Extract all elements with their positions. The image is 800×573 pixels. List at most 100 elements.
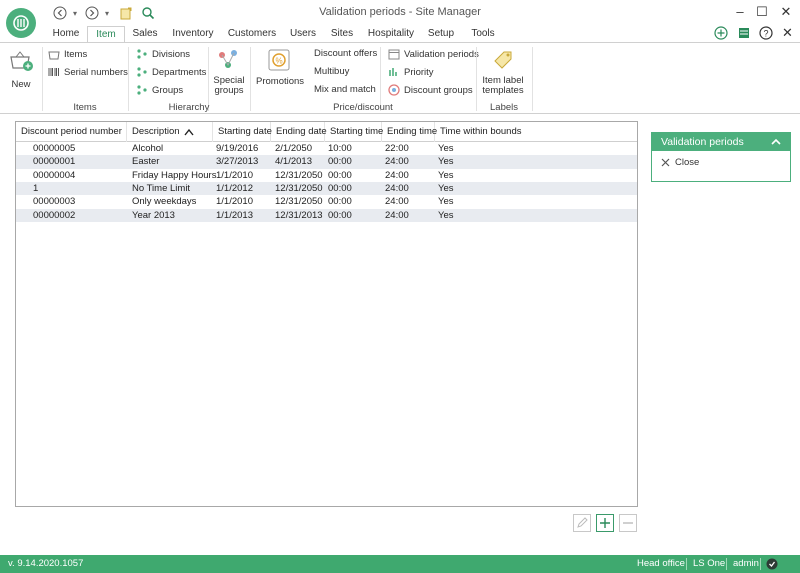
- close-link[interactable]: Close: [661, 157, 699, 168]
- table-cell: 00:00: [328, 156, 352, 168]
- table-cell: Yes: [438, 182, 454, 194]
- close-label: Close: [675, 157, 700, 168]
- database-icon[interactable]: [737, 26, 751, 42]
- priority-label: Priority: [404, 66, 434, 78]
- connected-icon: [766, 558, 778, 573]
- side-panel-header[interactable]: Validation periods: [652, 133, 790, 151]
- side-panel-title: Validation periods: [661, 136, 744, 148]
- column-header[interactable]: Discount period number: [16, 122, 127, 142]
- table-row[interactable]: 1 No Time Limit 1/1/2012 12/31/2050 00:00 24:…: [16, 181, 637, 196]
- hierarchy-icon: [137, 85, 147, 95]
- table-row[interactable]: 00000004 Friday Happy Hours 1/1/2010 12/31/…: [16, 169, 637, 182]
- tab-sites[interactable]: Sites: [327, 26, 357, 42]
- table-cell: Friday Happy Hours: [132, 169, 217, 181]
- item-label-templates-button[interactable]: Item label templates: [480, 47, 526, 96]
- plus-circle-icon[interactable]: [714, 26, 728, 42]
- departments-button[interactable]: Departments: [136, 66, 206, 78]
- table-cell: 00:00: [328, 182, 352, 194]
- user-text: admin: [733, 558, 759, 569]
- table-cell: Yes: [438, 169, 454, 181]
- hierarchy-icon: [137, 67, 147, 77]
- mix-and-match-button[interactable]: Mix and match: [314, 84, 376, 95]
- priority-button[interactable]: Priority: [388, 66, 434, 78]
- table-cell: 00000003: [33, 196, 76, 208]
- multibuy-button[interactable]: Multibuy: [314, 66, 349, 77]
- divisions-label: Divisions: [152, 48, 191, 60]
- tab-setup[interactable]: Setup: [424, 26, 458, 42]
- departments-label: Departments: [152, 66, 207, 78]
- serial-numbers-button[interactable]: Serial numbers: [48, 66, 128, 78]
- table-row[interactable]: 00000002 Year 2013 1/1/2013 12/31/2013 00:00…: [16, 208, 637, 222]
- tab-home[interactable]: Home: [49, 26, 83, 42]
- tab-tools[interactable]: Tools: [466, 26, 500, 42]
- column-header-description[interactable]: Description: [127, 122, 213, 142]
- table-cell: Yes: [438, 156, 454, 168]
- discount-groups-button[interactable]: Discount groups: [388, 84, 473, 96]
- divisions-button[interactable]: Divisions: [136, 48, 190, 60]
- table-cell: 1/1/2010: [216, 169, 253, 181]
- groups-button[interactable]: Groups: [136, 84, 183, 96]
- table-cell: 2/1/2050: [275, 143, 312, 154]
- chevron-up-icon[interactable]: [770, 133, 782, 157]
- help-icon[interactable]: ?: [759, 26, 773, 42]
- promotions-icon: %: [268, 49, 290, 71]
- discount-groups-icon: [388, 84, 400, 96]
- table-cell: Yes: [438, 209, 454, 221]
- tab-sales[interactable]: Sales: [129, 26, 161, 42]
- special-groups-button[interactable]: Special groups: [212, 47, 246, 96]
- table-cell: 10:00: [328, 143, 352, 154]
- tab-users[interactable]: Users: [286, 26, 320, 42]
- column-header-label: Description: [132, 126, 180, 137]
- serial-numbers-label: Serial numbers: [64, 66, 128, 78]
- table-cell: Yes: [438, 143, 454, 154]
- discount-offers-button[interactable]: Discount offers: [314, 48, 377, 59]
- table-cell: 00000004: [33, 169, 76, 181]
- column-header[interactable]: Ending time: [382, 122, 437, 142]
- tab-item[interactable]: Item: [87, 26, 125, 43]
- tab-inventory[interactable]: Inventory: [168, 26, 218, 42]
- edit-button[interactable]: [573, 514, 591, 532]
- table-cell: 24:00: [385, 182, 409, 194]
- tab-hospitality[interactable]: Hospitality: [365, 26, 417, 42]
- add-button[interactable]: [596, 514, 614, 532]
- promotions-button[interactable]: % Promotions: [256, 47, 305, 87]
- maximize-button[interactable]: ☐: [752, 3, 772, 21]
- side-panel: Validation periods Close: [651, 132, 791, 182]
- table-cell: 00:00: [328, 196, 352, 208]
- table-row[interactable]: 00000005 Alcohol 9/19/2016 2/1/2050 10:00 22:…: [16, 142, 637, 155]
- tab-customers[interactable]: Customers: [226, 26, 278, 42]
- group-label-labels: Labels: [490, 102, 518, 113]
- discount-groups-label: Discount groups: [404, 84, 473, 96]
- table-cell: 24:00: [385, 196, 409, 208]
- close-window-button[interactable]: ✕: [776, 3, 796, 21]
- table-cell: 1/1/2010: [216, 196, 253, 208]
- table-cell: Only weekdays: [132, 196, 197, 208]
- new-button[interactable]: New: [6, 49, 36, 90]
- table-cell: 9/19/2016: [216, 143, 259, 154]
- validation-periods-button[interactable]: Validation periods: [388, 48, 479, 60]
- table-cell: 1/1/2012: [216, 182, 253, 194]
- table-row[interactable]: 00000003 Only weekdays 1/1/2010 12/31/2050 0…: [16, 195, 637, 208]
- column-header[interactable]: Time within bounds: [435, 122, 637, 142]
- site-text: Head office: [637, 558, 685, 569]
- column-header[interactable]: Ending date: [271, 122, 327, 142]
- column-header[interactable]: Starting time: [325, 122, 383, 142]
- close-ribbon-icon[interactable]: ✕: [782, 26, 793, 42]
- group-label-items: Items: [73, 102, 97, 113]
- calendar-icon: [388, 49, 400, 60]
- promotions-label: Promotions: [256, 76, 305, 87]
- divider: [686, 558, 687, 570]
- minimize-button[interactable]: –: [730, 3, 750, 21]
- product-text: LS One: [693, 558, 726, 569]
- tag-icon: [494, 51, 512, 69]
- table-row[interactable]: 00000001 Easter 3/27/2013 4/1/2013 00:00 24:0…: [16, 155, 637, 169]
- divider: [726, 558, 727, 570]
- table-cell: 12/31/2013: [275, 209, 323, 221]
- table-cell: 1/1/2013: [216, 209, 253, 221]
- divider: [760, 558, 761, 570]
- remove-button[interactable]: [619, 514, 637, 532]
- column-header[interactable]: Starting date: [213, 122, 272, 142]
- items-button[interactable]: Items: [48, 48, 87, 60]
- table-cell: 4/1/2013: [275, 156, 312, 168]
- table-cell: 12/31/2050: [275, 169, 323, 181]
